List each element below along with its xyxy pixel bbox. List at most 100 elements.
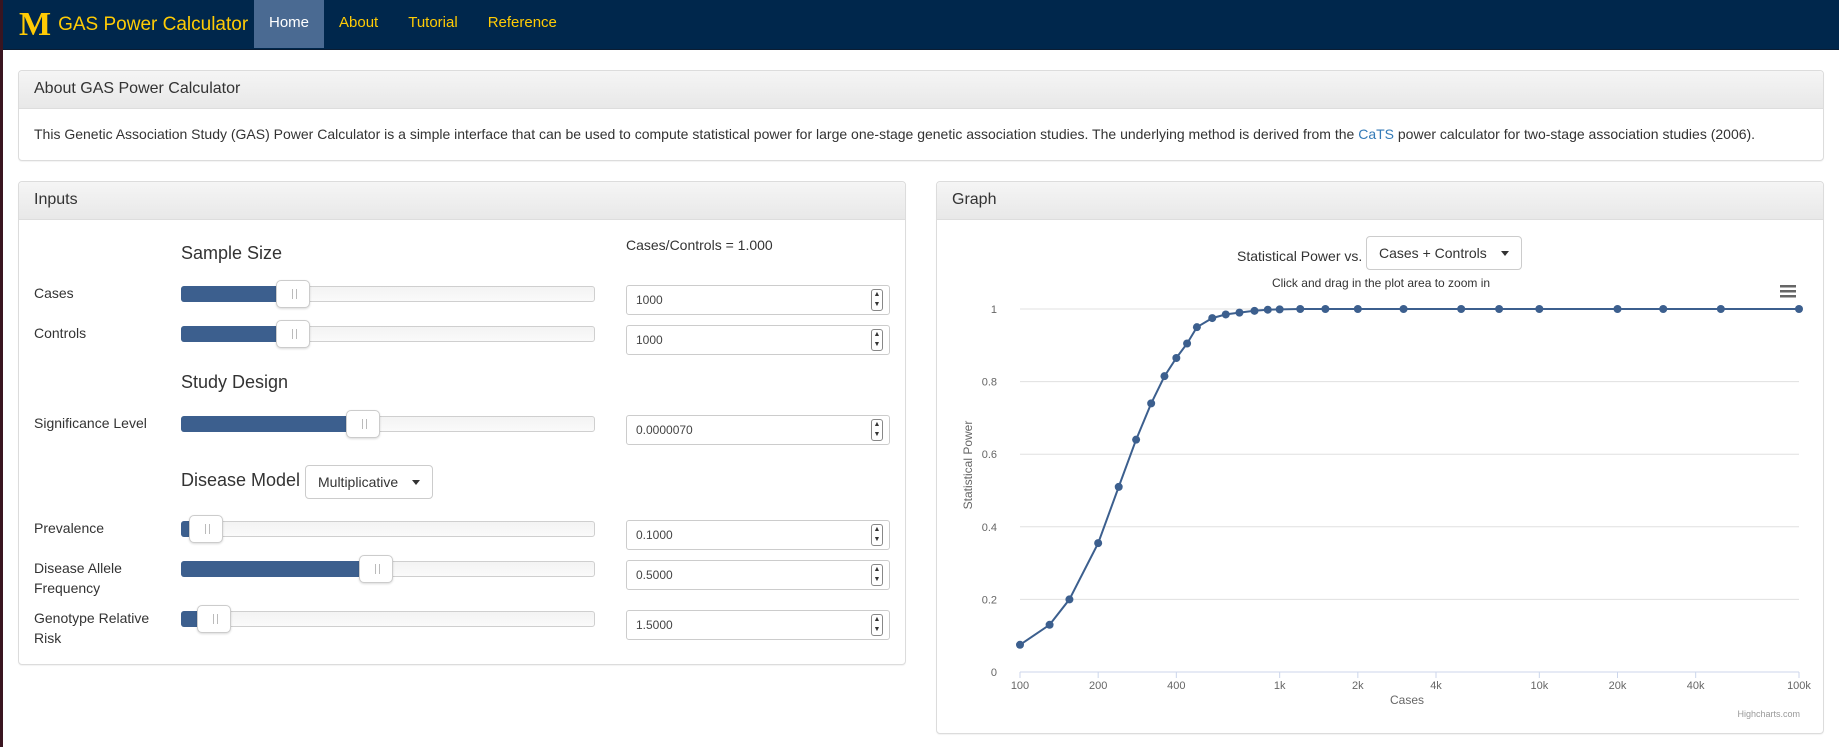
significance-input[interactable] bbox=[627, 416, 857, 444]
about-text: This Genetic Association Study (GAS) Pow… bbox=[19, 109, 1823, 159]
allele-frequency-slider[interactable] bbox=[181, 555, 595, 583]
data-point[interactable] bbox=[1208, 314, 1217, 323]
data-point[interactable] bbox=[1296, 305, 1305, 313]
allele-frequency-number-field[interactable]: ▲▼ bbox=[626, 560, 890, 590]
data-point[interactable] bbox=[1094, 539, 1103, 548]
data-point[interactable] bbox=[1147, 399, 1156, 408]
zoom-hint: Click and drag in the plot area to zoom … bbox=[1272, 278, 1490, 290]
data-point[interactable] bbox=[1114, 482, 1123, 491]
slider-handle[interactable] bbox=[358, 555, 393, 583]
x-tick-label: 1k bbox=[1274, 680, 1286, 692]
x-tick-label: 4k bbox=[1430, 680, 1442, 692]
brand[interactable]: M GAS Power Calculator bbox=[19, 0, 248, 50]
data-point[interactable] bbox=[1321, 305, 1330, 313]
spinner-icon[interactable]: ▲ ▼ bbox=[871, 289, 883, 311]
y-tick-label: 0.4 bbox=[982, 522, 997, 534]
disease-model-dropdown[interactable]: Multiplicative bbox=[305, 465, 434, 499]
significance-number-field[interactable]: ▲▼ bbox=[626, 415, 890, 445]
slider-handle[interactable] bbox=[275, 280, 310, 308]
x-tick-label: 20k bbox=[1609, 680, 1627, 692]
spinner-icon[interactable]: ▲ ▼ bbox=[871, 614, 883, 636]
genotype-relative-risk-slider[interactable] bbox=[181, 605, 595, 633]
y-tick-label: 0.8 bbox=[982, 377, 997, 389]
data-point[interactable] bbox=[1132, 435, 1141, 444]
x-tick-label: 100 bbox=[1011, 680, 1029, 692]
significance-slider[interactable] bbox=[181, 410, 595, 438]
cases-input[interactable] bbox=[627, 286, 857, 314]
data-point[interactable] bbox=[1457, 305, 1466, 313]
spinner-icon[interactable]: ▲ ▼ bbox=[871, 419, 883, 441]
data-point[interactable] bbox=[1495, 305, 1504, 313]
controls-input[interactable] bbox=[627, 326, 857, 354]
data-point[interactable] bbox=[1659, 305, 1668, 313]
slider-fill bbox=[181, 416, 364, 432]
power-chart[interactable]: Click and drag in the plot area to zoom … bbox=[937, 278, 1823, 733]
nav-item-home[interactable]: Home bbox=[254, 0, 325, 48]
hamburger-menu-icon[interactable] bbox=[1780, 285, 1796, 298]
prevalence-slider[interactable] bbox=[181, 515, 595, 543]
spinner-icon[interactable]: ▲ ▼ bbox=[871, 524, 883, 546]
nav-item-reference[interactable]: Reference bbox=[473, 0, 572, 48]
highcharts-credit[interactable]: Highcharts.com bbox=[1737, 709, 1800, 719]
data-point[interactable] bbox=[1613, 305, 1622, 313]
significance-label: Significance Level bbox=[34, 415, 147, 431]
slider-handle[interactable] bbox=[197, 605, 232, 633]
cases-number-field[interactable]: ▲▼ bbox=[626, 285, 890, 315]
x-tick-label: 40k bbox=[1687, 680, 1705, 692]
prevalence-label: Prevalence bbox=[34, 520, 105, 536]
data-point[interactable] bbox=[1263, 305, 1272, 314]
data-point[interactable] bbox=[1399, 305, 1408, 313]
window-edge bbox=[0, 0, 3, 747]
graph-panel: Graph Statistical Power vs. Cases + Cont… bbox=[936, 181, 1824, 734]
x-tick-label: 100k bbox=[1787, 680, 1811, 692]
data-point[interactable] bbox=[1016, 640, 1024, 649]
nav-menu: Home About Tutorial Reference bbox=[254, 0, 572, 50]
graph-panel-title: Graph bbox=[937, 182, 1823, 220]
spinner-icon[interactable]: ▲ ▼ bbox=[871, 329, 883, 351]
x-axis-title: Cases bbox=[1390, 693, 1424, 707]
data-point[interactable] bbox=[1353, 305, 1362, 313]
data-point[interactable] bbox=[1183, 339, 1192, 348]
x-variable-dropdown[interactable]: Cases + Controls bbox=[1366, 236, 1522, 270]
power-vs-label: Statistical Power vs. bbox=[1237, 248, 1363, 264]
data-point[interactable] bbox=[1795, 305, 1803, 313]
allele-frequency-input[interactable] bbox=[627, 561, 857, 589]
cases-slider[interactable] bbox=[181, 280, 595, 308]
genotype-relative-risk-number-field[interactable]: ▲▼ bbox=[626, 610, 890, 640]
slider-handle[interactable] bbox=[188, 515, 223, 543]
genotype-relative-risk-label: Genotype Relative Risk bbox=[34, 610, 150, 646]
genotype-relative-risk-input[interactable] bbox=[627, 611, 857, 639]
nav-item-about[interactable]: About bbox=[324, 0, 393, 48]
slider-handle[interactable] bbox=[275, 320, 310, 348]
study-design-heading: Study Design bbox=[181, 372, 289, 392]
slider-handle[interactable] bbox=[346, 410, 381, 438]
spinner-icon[interactable]: ▲ ▼ bbox=[871, 564, 883, 586]
inputs-panel-title: Inputs bbox=[19, 182, 905, 220]
controls-number-field[interactable]: ▲▼ bbox=[626, 325, 890, 355]
nav-item-tutorial[interactable]: Tutorial bbox=[393, 0, 472, 48]
data-point[interactable] bbox=[1716, 305, 1725, 313]
data-point[interactable] bbox=[1221, 310, 1230, 319]
prevalence-number-field[interactable]: ▲▼ bbox=[626, 520, 890, 550]
data-point[interactable] bbox=[1160, 372, 1169, 381]
disease-model-value: Multiplicative bbox=[318, 474, 399, 490]
y-axis-title: Statistical Power bbox=[961, 421, 975, 510]
data-point[interactable] bbox=[1172, 354, 1181, 363]
cats-link[interactable]: CaTS bbox=[1358, 126, 1394, 142]
data-point[interactable] bbox=[1192, 323, 1201, 332]
y-tick-label: 0.2 bbox=[982, 594, 997, 606]
top-navbar: M GAS Power Calculator Home About Tutori… bbox=[3, 0, 1839, 50]
slider-fill bbox=[181, 561, 376, 577]
x-tick-label: 200 bbox=[1089, 680, 1107, 692]
data-point[interactable] bbox=[1250, 306, 1259, 315]
data-point[interactable] bbox=[1045, 620, 1054, 629]
data-point[interactable] bbox=[1065, 595, 1074, 604]
prevalence-input[interactable] bbox=[627, 521, 857, 549]
caret-down-icon bbox=[1500, 250, 1509, 256]
controls-slider[interactable] bbox=[181, 320, 595, 348]
data-point[interactable] bbox=[1535, 305, 1544, 313]
allele-frequency-label: Disease Allele Frequency bbox=[34, 560, 122, 596]
about-text-end: power calculator for two-stage associati… bbox=[1394, 126, 1756, 142]
data-point[interactable] bbox=[1235, 308, 1244, 317]
data-point[interactable] bbox=[1275, 305, 1284, 314]
